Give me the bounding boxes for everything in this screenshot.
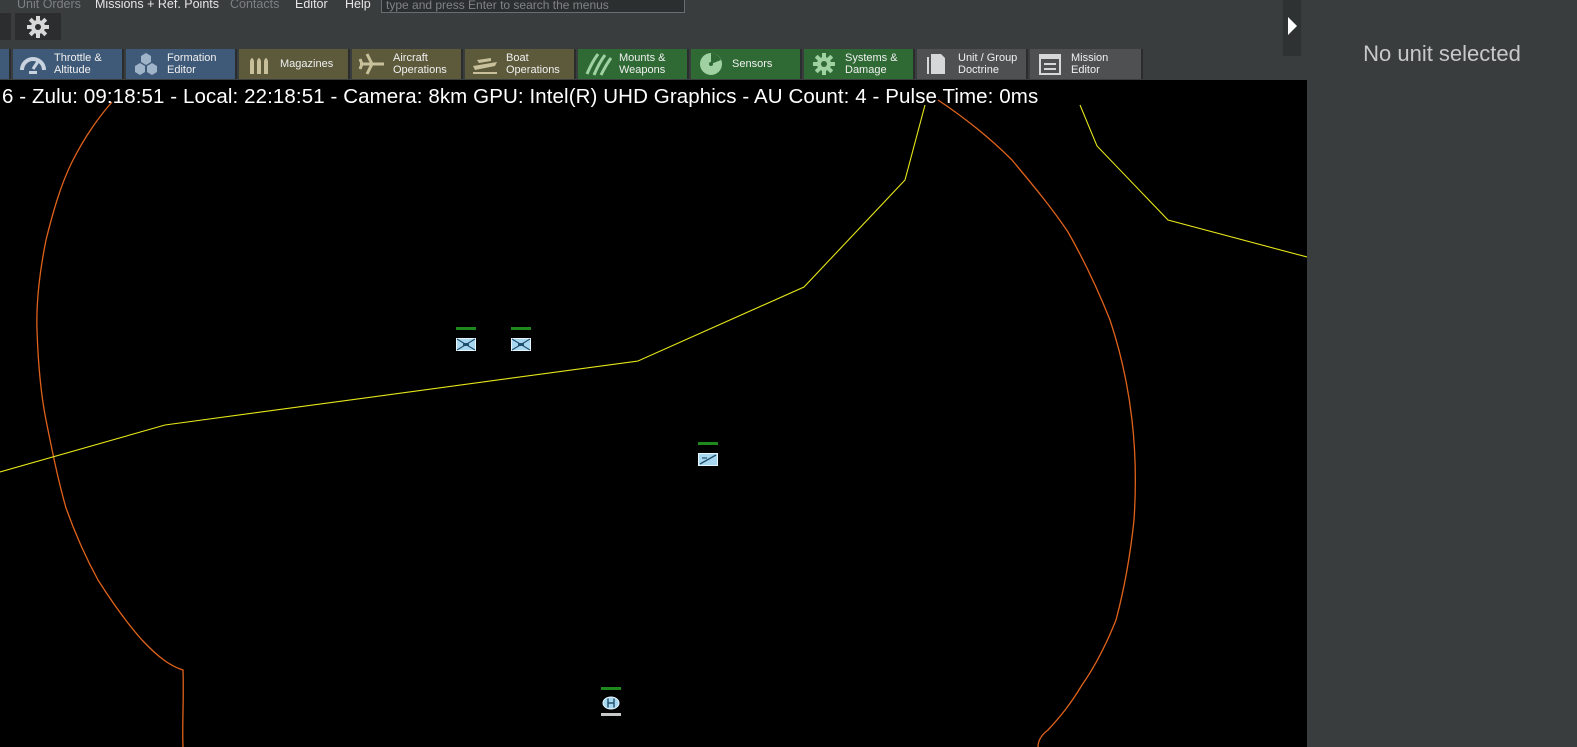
doctrine-label: Unit / Group Doctrine: [958, 52, 1017, 76]
unit-status-bar: [601, 687, 621, 690]
mounts-label-line2: Weapons: [619, 64, 666, 76]
sensors-button[interactable]: Sensors: [691, 49, 802, 79]
unit-status-bar: [511, 327, 531, 330]
collapse-panel-button[interactable]: [1283, 0, 1301, 56]
cog-icon: [813, 53, 835, 75]
boundary-line: [0, 104, 926, 473]
gear-icon: [27, 16, 49, 38]
throttle-altitude-button[interactable]: Throttle & Altitude: [13, 49, 124, 79]
claw-icon: [585, 53, 612, 76]
settings-button[interactable]: [15, 13, 61, 40]
unit-marker[interactable]: [600, 687, 622, 719]
document-icon: [927, 54, 945, 74]
boat-label: Boat Operations: [506, 52, 560, 76]
unit-marker[interactable]: [697, 442, 719, 468]
chevron-right-icon: [1288, 17, 1297, 35]
throttle-label-line1: Throttle &: [54, 52, 102, 64]
boat-label-line2: Operations: [506, 64, 560, 76]
systems-label-line1: Systems &: [845, 52, 898, 64]
formation-editor-button[interactable]: Formation Editor: [126, 49, 237, 79]
mission-label: Mission Editor: [1071, 52, 1108, 76]
boat-icon: [473, 58, 497, 74]
systems-damage-button[interactable]: Systems & Damage: [804, 49, 915, 79]
doctrine-label-line2: Doctrine: [958, 64, 999, 76]
range-ring-left: [36, 101, 184, 747]
unit-symbol-icon: [602, 696, 620, 710]
throttle-label: Throttle & Altitude: [54, 52, 102, 76]
formation-label-line2: Editor: [167, 64, 196, 76]
unit-symbol-icon: [511, 338, 531, 351]
clipboard-icon: [1039, 54, 1061, 75]
mounts-label-line1: Mounts &: [619, 52, 666, 64]
menu-contacts[interactable]: Contacts: [230, 0, 279, 11]
aircraft-operations-button[interactable]: Aircraft Operations: [352, 49, 463, 79]
unit-marker[interactable]: [510, 327, 532, 353]
toolbar-stub[interactable]: [0, 49, 11, 79]
magazines-button[interactable]: Magazines: [239, 49, 350, 79]
menu-editor[interactable]: Editor: [295, 0, 328, 11]
unit-marker[interactable]: [455, 327, 477, 353]
unit-status-bar: [456, 327, 476, 330]
status-readout: 6 - Zulu: 09:18:51 - Local: 22:18:51 - C…: [2, 85, 1039, 108]
systems-label: Systems & Damage: [845, 52, 898, 76]
left-stub-button[interactable]: [0, 13, 11, 40]
unit-symbol-icon: [456, 338, 476, 351]
gauge-icon: [20, 57, 46, 74]
bullets-icon: [250, 58, 268, 74]
boat-operations-button[interactable]: Boat Operations: [465, 49, 576, 79]
mounts-weapons-button[interactable]: Mounts & Weapons: [578, 49, 689, 79]
toolbar: Throttle & Altitude Formation Editor Mag…: [0, 49, 1150, 79]
formation-label: Formation Editor: [167, 52, 217, 76]
sensors-label: Sensors: [732, 58, 773, 70]
menu-missions[interactable]: Missions + Ref. Points: [95, 0, 219, 11]
map-overlay: [0, 99, 1307, 747]
mission-editor-button[interactable]: Mission Editor: [1030, 49, 1143, 79]
magazines-label: Magazines: [280, 58, 334, 70]
mission-label-line2: Editor: [1071, 64, 1100, 76]
unit-status-bar-lower: [601, 713, 621, 716]
systems-label-line2: Damage: [845, 64, 887, 76]
unit-info-panel: No unit selected: [1307, 0, 1577, 747]
aircraft-label: Aircraft Operations: [393, 52, 447, 76]
boundary-line-east: [1079, 104, 1307, 258]
unit-status-bar: [698, 442, 718, 445]
menu-unit-orders[interactable]: Unit Orders: [17, 0, 81, 11]
doctrine-button[interactable]: Unit / Group Doctrine: [917, 49, 1028, 79]
formation-label-line1: Formation: [167, 52, 217, 64]
aircraft-label-line1: Aircraft: [393, 52, 428, 64]
doctrine-label-line1: Unit / Group: [958, 52, 1018, 64]
range-ring-right: [937, 99, 1136, 747]
aircraft-label-line2: Operations: [393, 64, 447, 76]
unit-symbol-icon: [698, 453, 718, 466]
boat-label-line1: Boat: [506, 52, 529, 64]
menu-help[interactable]: Help: [345, 0, 371, 11]
menu-search-input[interactable]: type and press Enter to search the menus: [381, 0, 685, 13]
menu-bar: Unit Orders Missions + Ref. Points Conta…: [0, 0, 1307, 14]
tactical-map[interactable]: 6 - Zulu: 09:18:51 - Local: 22:18:51 - C…: [0, 80, 1307, 747]
no-unit-selected-message: No unit selected: [1363, 41, 1521, 66]
airplane-icon: [358, 53, 384, 75]
mounts-label: Mounts & Weapons: [619, 52, 665, 76]
mission-label-line1: Mission: [1071, 52, 1109, 64]
hexagons-icon: [135, 53, 157, 75]
radar-icon: [700, 53, 722, 75]
throttle-label-line2: Altitude: [54, 64, 91, 76]
